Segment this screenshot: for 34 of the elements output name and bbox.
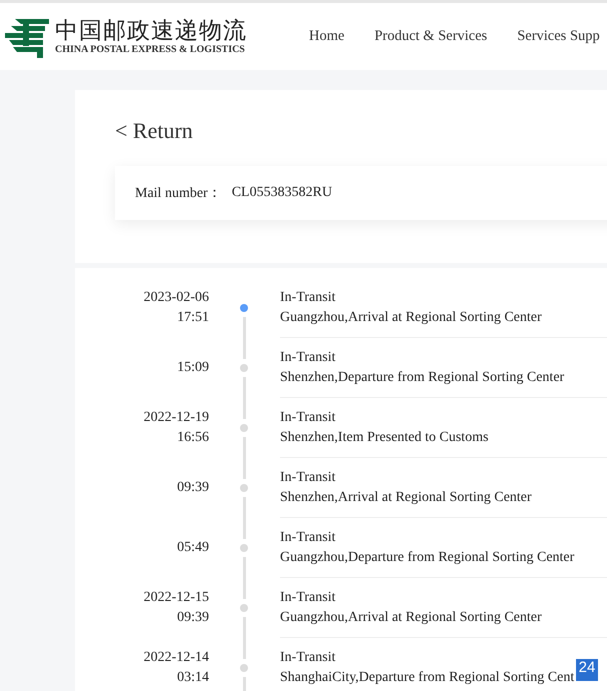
event-time: 16:56 — [177, 429, 209, 447]
nav-link[interactable]: Product & Services — [374, 28, 488, 45]
event-description: Guangzhou,Departure from Regional Sorting Center — [280, 548, 574, 566]
mail-number-value: CL055383582RU — [232, 185, 332, 201]
event-date: 2023-02-06 — [144, 289, 209, 307]
event-status: In-Transit — [280, 348, 336, 366]
event-time: 09:39 — [177, 479, 209, 497]
event-description: Shenzhen,Departure from Regional Sorting Center — [280, 368, 564, 386]
return-link[interactable]: < Return — [115, 118, 607, 144]
event-time: 05:49 — [177, 539, 209, 557]
event-date: 2022-12-15 — [144, 589, 209, 607]
event-status: In-Transit — [280, 528, 336, 546]
event-description: ShanghaiCity,Departure from Regional Sorting Cent — [280, 668, 574, 686]
event-description: Guangzhou,Arrival at Regional Sorting Center — [280, 608, 542, 626]
nav-link[interactable]: Home — [309, 28, 344, 45]
event-date: 2022-12-14 — [144, 649, 209, 667]
event-description: Shenzhen,Arrival at Regional Sorting Center — [280, 488, 532, 506]
event-status: In-Transit — [280, 288, 336, 306]
logo-subtitle: CHINA POSTAL EXPRESS & LOGISTICS — [55, 44, 246, 56]
event-date: 2022-12-19 — [144, 409, 209, 427]
event-time: 03:14 — [177, 669, 209, 687]
event-status: In-Transit — [280, 648, 336, 666]
event-time: 09:39 — [177, 609, 209, 627]
event-time: 15:09 — [177, 359, 209, 377]
event-status: In-Transit — [280, 588, 336, 606]
event-description: Guangzhou,Arrival at Regional Sorting Center — [280, 308, 542, 326]
nav-link[interactable]: Services Supp — [517, 28, 600, 45]
mail-number-label: Mail number： — [135, 185, 222, 202]
event-time: 17:51 — [177, 309, 209, 327]
logo-title: 中国邮政速递物流 — [55, 18, 247, 44]
event-status: In-Transit — [280, 468, 336, 486]
event-description: Shenzhen,Item Presented to Customs — [280, 428, 488, 446]
corner-badge[interactable]: 24 — [576, 659, 598, 681]
event-status: In-Transit — [280, 408, 336, 426]
